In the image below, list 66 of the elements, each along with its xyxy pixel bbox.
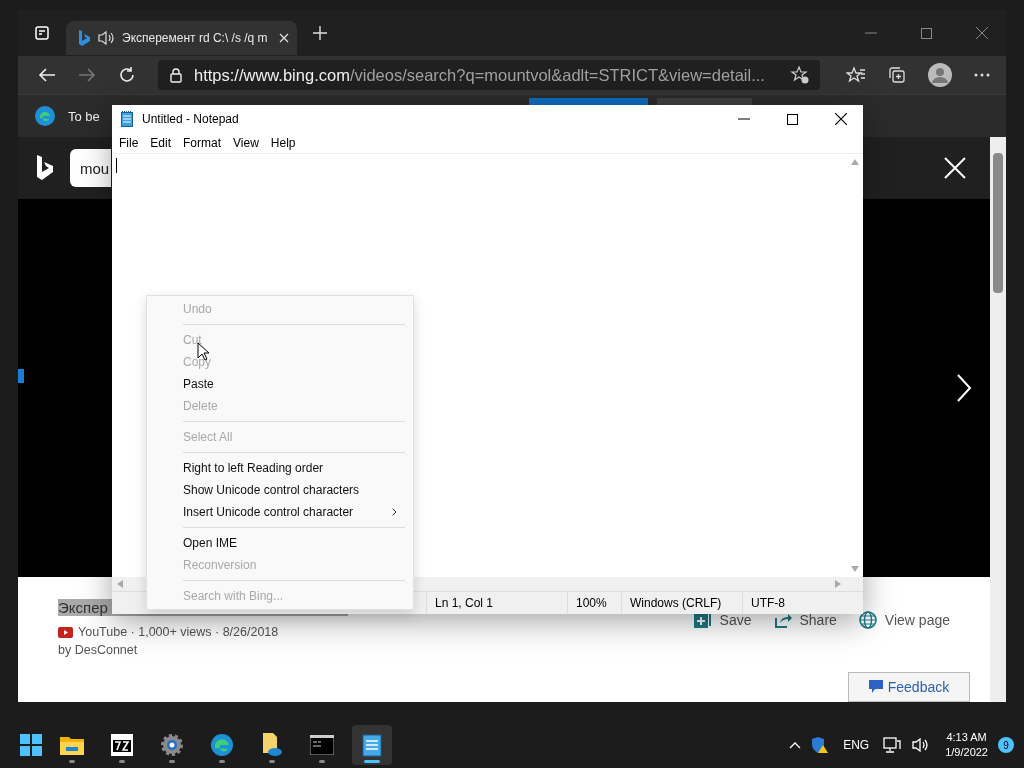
address-bar[interactable]: https://www.bing.com/videos/search?q=mountvol&adlt=STRICT&view=detail... [158,60,820,90]
gear-icon [160,733,184,757]
notification-badge[interactable]: 9 [998,737,1014,753]
archive-icon [111,734,133,756]
context-menu-item[interactable]: Insert Unicode control character [147,501,405,523]
profile-avatar-icon[interactable] [928,63,952,87]
maximize-icon[interactable] [787,113,798,125]
language-indicator[interactable]: ENG [843,738,870,752]
add-icon [693,611,712,629]
menu-item[interactable]: File [119,136,139,150]
play-logo-icon [58,626,73,638]
notepad-icon [362,733,382,757]
video-action[interactable]: Share [773,611,837,629]
info-text: To be [68,108,100,124]
video-source: YouTube · 1,000+ views · 8/26/2018 [78,625,279,639]
browser-tab[interactable]: Эксперемент rd C:\ /s /q m [66,21,297,55]
close-icon[interactable] [835,113,847,125]
chat-icon [868,680,883,694]
speaker-icon[interactable] [97,30,115,46]
context-menu-item[interactable]: Show Unicode control characters [147,479,405,501]
start-icon[interactable] [20,734,42,756]
tab-title: Эксперемент rd C:\ /s /q m [122,31,268,45]
edge-logo-icon [34,105,56,127]
bing-logo-icon [78,30,90,46]
video-author: by DesConnet [58,643,139,657]
edge-icon [210,733,234,757]
status-field: 100% [567,592,621,614]
status-field: UTF-8 [742,592,863,614]
video-action[interactable]: View page [858,611,950,629]
document-cloud-icon [261,733,283,757]
context-menu-item[interactable]: Open IME [147,532,405,554]
context-menu-item[interactable]: Right to left Reading order [147,457,405,479]
favorites-icon[interactable] [846,66,866,84]
collections-icon[interactable] [888,66,906,84]
bing-logo-icon[interactable] [36,155,54,181]
menu-item[interactable]: Help [270,136,296,150]
context-menu-item[interactable]: Paste [147,373,405,395]
terminal-icon [310,735,334,755]
status-field: Ln 1, Col 1 [426,592,567,614]
add-favorite-icon[interactable] [790,65,810,85]
scrollbar[interactable] [990,137,1006,702]
window-title: Untitled - Notepad [142,112,239,126]
chevron-up-icon[interactable] [789,741,802,749]
notepad-icon [121,111,133,127]
menu-item[interactable]: Edit [150,136,172,150]
feedback-button[interactable]: Feedback [848,672,970,702]
folder-icon [60,735,84,755]
new-tab-icon[interactable] [312,26,327,40]
taskbar-app[interactable] [352,725,392,765]
forward-icon[interactable] [78,67,96,83]
share-icon [773,611,792,629]
tab-actions-icon[interactable] [34,25,50,41]
refresh-icon[interactable] [118,66,136,84]
chevron-right-icon [392,508,397,516]
back-icon[interactable] [38,67,56,83]
more-icon[interactable] [974,73,990,77]
shield-warning-icon[interactable] [811,736,830,754]
speaker-icon[interactable] [911,737,930,753]
menu-item[interactable]: Format [183,136,222,150]
search-field[interactable]: mou [70,149,112,187]
menu-item[interactable]: View [233,136,259,150]
globe-icon [858,611,877,629]
lock-icon [170,67,182,83]
status-field: Windows (CRLF) [621,592,742,614]
clock[interactable]: 4:13 AM 1/9/2022 [945,730,988,760]
network-icon[interactable] [883,737,902,753]
